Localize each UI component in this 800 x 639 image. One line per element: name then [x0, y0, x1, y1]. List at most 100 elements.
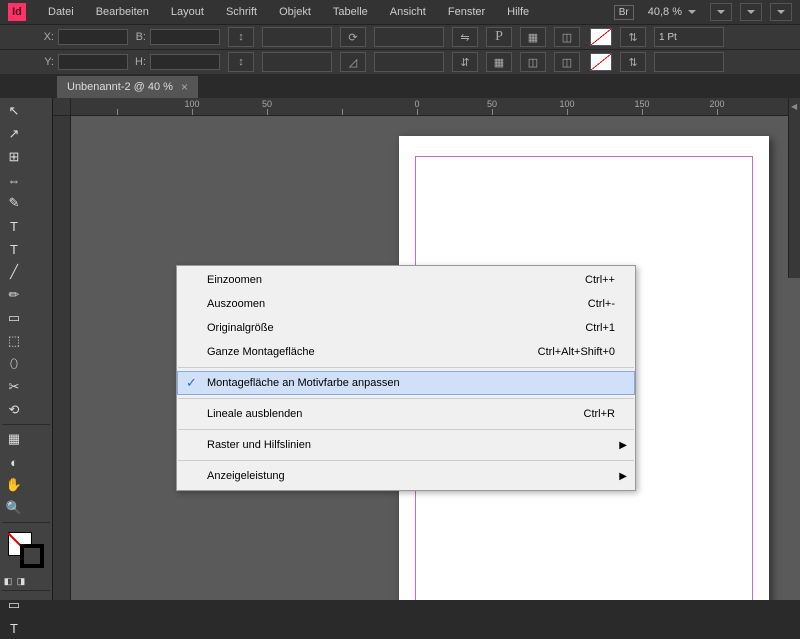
apply-stroke-icon[interactable]: ◨: [15, 575, 27, 587]
context-menu-label: Originalgröße: [207, 322, 585, 334]
constrain-icon[interactable]: ↕: [228, 27, 254, 47]
gradient-swatch-tool[interactable]: ▦: [2, 428, 26, 450]
rectangle-tool[interactable]: ⬚: [2, 330, 26, 352]
rotate-icon[interactable]: ⟳: [340, 27, 366, 47]
scale-x-field[interactable]: [262, 27, 332, 47]
context-menu-item[interactable]: Ganze MontageflächeCtrl+Alt+Shift+0: [177, 340, 635, 364]
line-tool[interactable]: ╱: [2, 261, 26, 283]
scissors-tool[interactable]: ✂: [2, 376, 26, 398]
arrange-dropdown[interactable]: [770, 3, 792, 21]
shear-field[interactable]: [374, 52, 444, 72]
constrain-icon2[interactable]: ↕: [228, 52, 254, 72]
context-menu-label: Anzeigeleistung: [207, 470, 615, 482]
swap-icon2[interactable]: ⇅: [620, 52, 646, 72]
stroke-style-field[interactable]: [654, 52, 724, 72]
content-collector-tool[interactable]: ✎: [2, 192, 26, 214]
menu-table[interactable]: Tabelle: [323, 3, 378, 21]
hand-tool[interactable]: ✋: [2, 474, 26, 496]
shear-icon[interactable]: ◿: [340, 52, 366, 72]
zoom-tool[interactable]: 🔍: [2, 497, 26, 519]
fill-swatch[interactable]: [590, 28, 612, 46]
x-field[interactable]: [58, 29, 128, 45]
selection-tool[interactable]: ↖: [2, 100, 26, 122]
zoom-level-display[interactable]: 40,8 %: [642, 4, 702, 20]
stroke-swatch[interactable]: [590, 53, 612, 71]
screen-mode-dropdown[interactable]: [740, 3, 762, 21]
document-tab[interactable]: Unbenannt-2 @ 40 % ×: [57, 76, 198, 98]
tab-close-icon[interactable]: ×: [181, 80, 188, 94]
swap-icon[interactable]: ⇅: [620, 27, 646, 47]
page-tool[interactable]: ⊞: [2, 146, 26, 168]
menu-file[interactable]: Datei: [38, 3, 84, 21]
w-field[interactable]: [150, 29, 220, 45]
context-menu-label: Auszoomen: [207, 298, 588, 310]
context-menu-shortcut: Ctrl+R: [584, 408, 615, 420]
context-menu-shortcut: Ctrl+-: [588, 298, 615, 310]
context-menu-label: Ganze Montagefläche: [207, 346, 538, 358]
ruler-mark: 0: [414, 99, 419, 109]
type-tool-2[interactable]: T: [2, 215, 26, 237]
view-mode-dropdown[interactable]: [710, 3, 732, 21]
context-menu: EinzoomenCtrl++AuszoomenCtrl+-Originalgr…: [176, 265, 636, 491]
flip-h-icon[interactable]: ⇋: [452, 27, 478, 47]
context-menu-item[interactable]: EinzoomenCtrl++: [177, 268, 635, 292]
misc-icon4[interactable]: ◫: [520, 52, 546, 72]
ruler-mark: 50: [487, 99, 497, 109]
direct-selection-tool[interactable]: ↗: [2, 123, 26, 145]
menu-type[interactable]: Schrift: [216, 3, 267, 21]
view-mode-preview[interactable]: T: [2, 617, 26, 639]
h-field[interactable]: [150, 54, 220, 70]
misc-icon5[interactable]: ◫: [554, 52, 580, 72]
menu-window[interactable]: Fenster: [438, 3, 495, 21]
ruler-origin[interactable]: [53, 98, 71, 116]
misc-icon3[interactable]: ▦: [486, 52, 512, 72]
scale-y-field[interactable]: [262, 52, 332, 72]
document-tab-title: Unbenannt-2 @ 40 %: [67, 81, 173, 93]
ruler-mark: 200: [709, 99, 724, 109]
context-menu-item[interactable]: AuszoomenCtrl+-: [177, 292, 635, 316]
y-field[interactable]: [58, 54, 128, 70]
context-menu-item[interactable]: OriginalgrößeCtrl+1: [177, 316, 635, 340]
toolbox: ↖ ↗ ⊞ ⇔ ✎ T T ╱ ✏ ▭ ⬚ ⬯ ✂ ⟲ ▦ ◐ ✋ 🔍 ◧ ◨ …: [0, 98, 53, 600]
context-menu-item[interactable]: ✓Montagefläche an Motivfarbe anpassen: [177, 371, 635, 395]
menu-help[interactable]: Hilfe: [497, 3, 539, 21]
stroke-weight-field[interactable]: 1 Pt: [654, 27, 724, 47]
gap-tool[interactable]: ⇔: [2, 169, 26, 191]
context-menu-separator: [178, 429, 634, 430]
context-menu-item[interactable]: Raster und Hilfslinien▶: [177, 433, 635, 457]
context-menu-shortcut: Ctrl+1: [585, 322, 615, 334]
x-label: X:: [40, 31, 54, 43]
collapsed-panel-dock[interactable]: [788, 98, 800, 278]
context-menu-item[interactable]: Lineale ausblendenCtrl+R: [177, 402, 635, 426]
rectangle-frame-tool[interactable]: ▭: [2, 307, 26, 329]
gradient-feather-tool[interactable]: ◐: [2, 451, 26, 473]
ruler-vertical[interactable]: [53, 116, 71, 600]
flip-v-icon[interactable]: ⇵: [452, 52, 478, 72]
fill-stroke-swatches[interactable]: [2, 530, 50, 574]
char-icon[interactable]: P: [486, 27, 512, 47]
context-menu-item[interactable]: Anzeigeleistung▶: [177, 464, 635, 488]
rotate-field[interactable]: [374, 27, 444, 47]
view-mode-normal[interactable]: ▭: [2, 594, 26, 616]
menu-view[interactable]: Ansicht: [380, 3, 436, 21]
misc-icon1[interactable]: ▦: [520, 27, 546, 47]
chevron-down-icon: [688, 10, 696, 14]
context-menu-separator: [178, 460, 634, 461]
bridge-badge[interactable]: Br: [614, 5, 634, 20]
ellipse-tool[interactable]: ⬯: [2, 353, 26, 375]
context-menu-label: Montagefläche an Motivfarbe anpassen: [207, 377, 615, 389]
pen-tool[interactable]: ✏: [2, 284, 26, 306]
h-label: H:: [132, 56, 146, 68]
type-tool[interactable]: T: [2, 238, 26, 260]
menu-object[interactable]: Objekt: [269, 3, 321, 21]
b-label: B:: [132, 31, 146, 43]
context-menu-label: Einzoomen: [207, 274, 585, 286]
ruler-mark: 100: [559, 99, 574, 109]
menu-edit[interactable]: Bearbeiten: [86, 3, 159, 21]
free-transform-tool[interactable]: ⟲: [2, 399, 26, 421]
ruler-horizontal[interactable]: 10050050100150200: [71, 98, 800, 116]
misc-icon2[interactable]: ◫: [554, 27, 580, 47]
apply-fill-icon[interactable]: ◧: [2, 575, 14, 587]
tab-bar: Unbenannt-2 @ 40 % ×: [0, 74, 800, 98]
menu-layout[interactable]: Layout: [161, 3, 214, 21]
